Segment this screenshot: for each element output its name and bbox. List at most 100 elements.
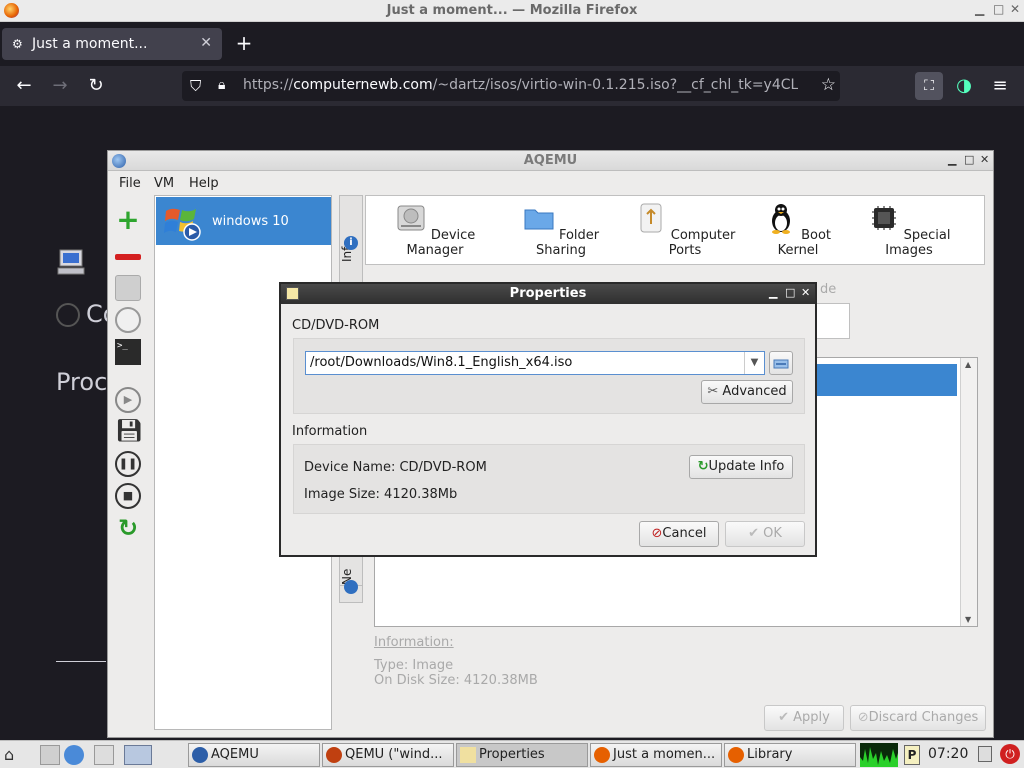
lock-icon[interactable]: 🔒︎ — [218, 77, 225, 93]
file-manager-icon[interactable] — [94, 745, 114, 765]
stop-icon[interactable]: ■ — [115, 483, 141, 509]
maximize-icon[interactable]: □ — [785, 286, 795, 299]
delete-vm-icon[interactable] — [115, 243, 141, 269]
network-icon — [344, 580, 358, 594]
task-aqemu[interactable]: AQEMU — [188, 743, 320, 767]
cancel-button[interactable]: ⊘Cancel — [639, 521, 719, 547]
play-icon[interactable]: ▶ — [115, 387, 141, 413]
cpu-monitor — [860, 743, 898, 767]
browser-tab[interactable]: ⚙ Just a moment... ✕ — [2, 28, 222, 60]
menu-bar: File VM Help — [108, 171, 993, 195]
tab-info[interactable]: Info — [340, 206, 362, 262]
menu-vm[interactable]: VM — [154, 176, 174, 191]
url-bar[interactable]: ⛉ 🔒︎ https://computernewb.com/~dartz/iso… — [182, 71, 840, 101]
minimize-icon[interactable]: ▁ — [948, 153, 956, 166]
task-library[interactable]: Library — [724, 743, 856, 767]
info-icon: i — [344, 236, 358, 250]
task-properties[interactable]: Properties — [456, 743, 588, 767]
tab-close-icon[interactable]: ✕ — [200, 35, 212, 51]
url-text[interactable]: https://computernewb.com/~dartz/isos/vir… — [243, 77, 798, 93]
browser-launcher-icon[interactable] — [64, 745, 84, 765]
device-manager-button[interactable]: Device Manager — [380, 202, 490, 258]
ok-button[interactable]: ✔ OK — [725, 521, 805, 547]
refresh-icon: ↻ — [697, 459, 709, 474]
add-vm-icon[interactable]: + — [115, 206, 141, 235]
desktop-icon[interactable] — [40, 745, 60, 765]
list-view-icon[interactable] — [816, 303, 850, 339]
cdrom-group-label: CD/DVD-ROM — [292, 318, 380, 333]
cancel-icon: ⊘ — [651, 526, 663, 541]
device-name-text: Device Name: CD/DVD-ROM — [304, 460, 487, 475]
status-circle-icon — [56, 303, 80, 327]
browse-button[interactable] — [769, 351, 793, 375]
hard-disk-icon — [397, 205, 425, 231]
reset-icon[interactable]: ↻ — [115, 515, 141, 541]
iso-path-value: /root/Downloads/Win8.1_English_x64.iso — [310, 355, 573, 370]
extension-icon[interactable]: ⛶ — [915, 72, 943, 100]
navigation-bar: ← → ↻ ⛉ 🔒︎ https://computernewb.com/~dar… — [0, 66, 1024, 106]
page-text-fragment: Proc — [56, 368, 108, 396]
pause-icon[interactable]: ❚❚ — [115, 451, 141, 477]
power-icon[interactable]: ⏻ — [1000, 744, 1020, 764]
info-disk-size: On Disk Size: 4120.38MB — [374, 673, 538, 688]
aqemu-title: AQEMU — [523, 153, 578, 168]
forward-icon[interactable]: → — [48, 74, 72, 98]
clock-icon[interactable] — [115, 307, 141, 333]
iso-path-combobox[interactable]: /root/Downloads/Win8.1_English_x64.iso ▼ — [305, 351, 765, 375]
page-divider — [56, 661, 106, 662]
usb-icon — [640, 203, 662, 233]
account-icon[interactable]: ◑ — [952, 74, 976, 98]
back-icon[interactable]: ← — [12, 74, 36, 98]
chevron-down-icon[interactable]: ▼ — [744, 352, 764, 374]
scroll-down-icon[interactable]: ▼ — [965, 615, 971, 624]
menu-help[interactable]: Help — [189, 176, 219, 191]
drive-icon — [773, 359, 789, 369]
menu-file[interactable]: File — [119, 176, 141, 191]
vm-list-item[interactable]: windows 10 — [156, 197, 331, 245]
advanced-button[interactable]: ✂ Advanced — [701, 380, 793, 404]
device-list-item-selected[interactable] — [815, 364, 957, 396]
save-icon[interactable]: 💾︎ — [115, 419, 143, 445]
folder-sharing-button[interactable]: Folder Sharing — [508, 202, 614, 258]
window-title: Just a moment... — Mozilla Firefox — [386, 3, 638, 18]
windows-logo-icon — [164, 208, 201, 241]
maximize-icon[interactable]: □ — [993, 2, 1004, 16]
tab-label: Just a moment... — [32, 36, 148, 52]
task-qemu[interactable]: QEMU ("wind... — [322, 743, 454, 767]
update-info-button[interactable]: ↻Update Info — [689, 455, 793, 479]
tracking-shield-icon[interactable]: ⛉ — [190, 77, 201, 95]
close-icon[interactable]: ✕ — [1010, 2, 1020, 16]
vm-name: windows 10 — [212, 214, 289, 229]
bookmark-star-icon[interactable]: ☆ — [821, 75, 836, 95]
firefox-titlebar: Just a moment... — Mozilla Firefox ▁ □ ✕ — [0, 0, 1024, 22]
start-menu-icon[interactable]: ⌂ — [4, 745, 30, 765]
task-firefox[interactable]: Just a momen... — [590, 743, 722, 767]
linux-tux-icon — [771, 204, 790, 234]
maximize-icon[interactable]: □ — [964, 153, 974, 166]
new-tab-icon[interactable]: + — [234, 31, 254, 55]
folder-icon — [524, 209, 554, 230]
info-type: Type: Image — [374, 658, 454, 673]
boot-kernel-button[interactable]: Boot Kernel — [756, 202, 840, 258]
reload-icon[interactable]: ↻ — [84, 74, 108, 98]
vertical-scrollbar[interactable]: ▲ ▼ — [960, 358, 977, 626]
close-icon[interactable]: ✕ — [980, 153, 989, 166]
disk-icon[interactable] — [115, 275, 141, 301]
apply-button[interactable]: ✔ Apply — [764, 705, 844, 731]
page-favicon-icon: ⚙ — [12, 37, 23, 51]
vm-toolbar: + >_ ▶ 💾︎ ❚❚ ■ ↻ — [112, 197, 144, 737]
workspace-icon[interactable] — [124, 745, 152, 765]
computer-ports-button[interactable]: Computer Ports — [630, 202, 740, 258]
menu-icon[interactable]: ≡ — [988, 74, 1012, 98]
image-size-text: Image Size: 4120.38Mb — [304, 487, 458, 502]
minimize-icon[interactable]: ▁ — [975, 2, 984, 16]
terminal-icon[interactable]: >_ — [115, 339, 141, 365]
discard-changes-button[interactable]: ⊘Discard Changes — [850, 705, 986, 731]
taskbar: ⌂ AQEMU QEMU ("wind... Properties Just a… — [0, 740, 1024, 768]
minimize-icon[interactable]: ▁ — [769, 286, 777, 299]
tray-p-icon[interactable]: P — [904, 745, 920, 765]
scroll-up-icon[interactable]: ▲ — [965, 360, 971, 369]
close-icon[interactable]: ✕ — [801, 286, 810, 299]
special-images-button[interactable]: Special Images — [856, 202, 962, 258]
screen-icon[interactable] — [978, 746, 992, 762]
